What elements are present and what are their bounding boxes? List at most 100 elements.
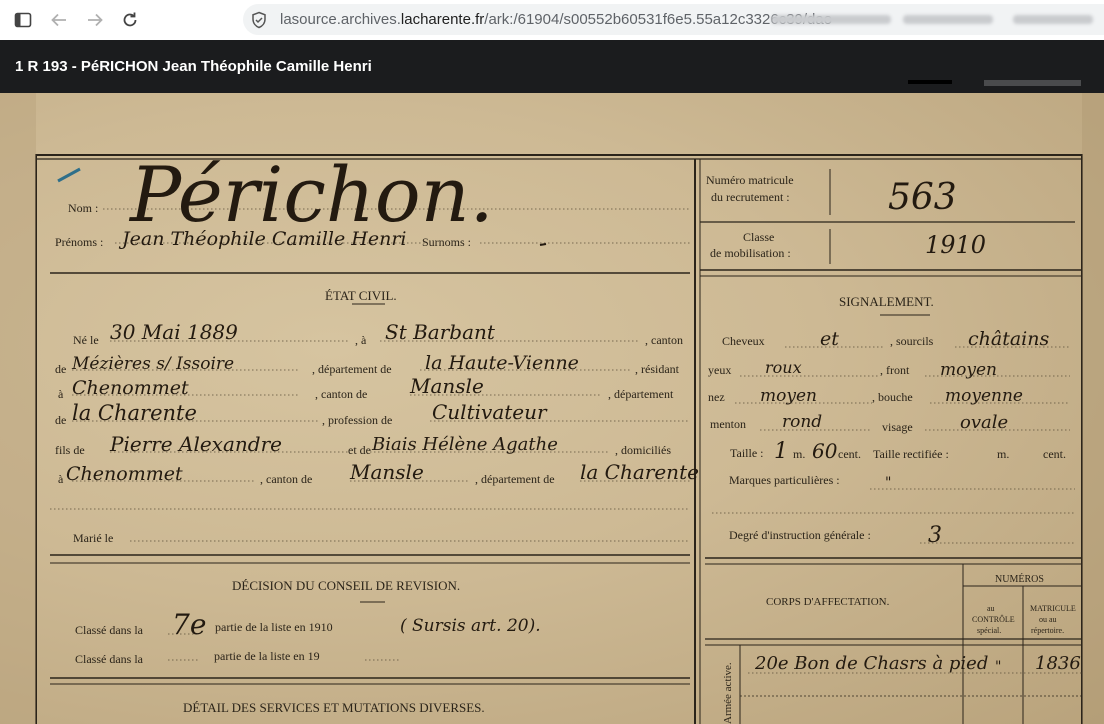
menton-label: menton [710,417,746,431]
matricule2-value: 1836 [1035,653,1081,674]
corps-value: 20e Bon de Chasrs à pied [754,653,988,674]
bouche-value: moyenne [945,386,1023,406]
resident-label: , résidant [635,362,680,376]
taille-cm-value: 60 [812,439,838,463]
a3-label: à [58,472,64,486]
canton2-label: , canton de [315,387,367,401]
url-text: lasource.archives.lacharente.fr/ark:/619… [280,11,833,28]
scanned-document-image[interactable]: Nom : Prénoms : Surnoms : ÉTAT CIVIL. Né… [0,93,1104,724]
nom-label: Nom : [68,201,98,215]
nez-value: moyen [760,386,817,406]
address-bar[interactable]: lasource.archives.lacharente.fr/ark:/619… [243,4,1104,35]
back-arrow-icon[interactable] [47,8,71,32]
marques-label: Marques particulières : [729,473,840,487]
mother-value: Biais Hélène Agathe [371,434,558,455]
birthplace-value: St Barbant [385,320,496,344]
birthdate-value: 30 Mai 1889 [110,320,238,344]
ne-le-label: Né le [73,333,99,347]
col-matricule-1: MATRICULE [1030,604,1076,613]
document-title: 1 R 193 - PéRICHON Jean Théophile Camill… [15,58,372,75]
classe-dans-la-2-label: Classé dans la [75,652,144,666]
canton2-value: Mansle [409,374,484,398]
partie-2-label: partie de la liste en 19 [214,649,320,663]
prenoms-value: Jean Théophile Camille Henri [118,228,407,250]
sourcils-value: châtains [968,328,1049,350]
classe-value: 1910 [925,231,986,259]
degre-value: 3 [928,523,942,548]
yeux-value: roux [765,358,802,377]
profession-label: , profession de [322,413,392,427]
prenoms-label: Prénoms : [55,235,103,249]
reload-icon[interactable] [118,8,142,32]
canton-value: Mézières s/ Issoire [71,354,234,374]
redacted-url-segment [771,15,891,24]
cheveux-value: et [820,328,839,350]
col-matricule-2: ou au [1039,615,1057,624]
viewer-header: 1 R 193 - PéRICHON Jean Théophile Camill… [0,40,1104,93]
canton3-value: Mansle [349,460,424,484]
a-label: , à [355,333,367,347]
taille-m-unit: m. [793,447,805,461]
partie-1-value: 7e [172,608,206,641]
col-controle-3: spécial. [977,626,1001,635]
controle-value: " [995,659,1001,675]
matricule-label-2: du recrutement : [711,190,790,204]
signalement-heading: SIGNALEMENT. [839,294,934,309]
front-label: , front [880,363,910,377]
departement2-label: , département [608,387,674,401]
taille-label: Taille : [730,446,763,460]
canton3-label: , canton de [260,472,312,486]
de2-label: de [55,413,66,427]
taille-m-value: 1 [774,439,788,464]
sursis-value: ( Sursis art. 20). [400,616,541,636]
sourcils-label: , sourcils [890,334,934,348]
nez-label: nez [708,390,725,404]
col-controle-2: CONTRÔLE [972,614,1015,624]
fils-de-label: fils de [55,443,85,457]
partie-1-label: partie de la liste en 1910 [215,620,333,634]
front-value: moyen [940,360,997,380]
decision-heading: DÉCISION DU CONSEIL DE REVISION. [232,578,460,593]
viewer-tool-indicator[interactable] [908,80,952,84]
departement-label: , département de [312,362,392,376]
departement-value: la Haute-Vienne [425,352,579,374]
nom-value: Périchon. [128,150,494,239]
cheveux-label: Cheveux [722,334,765,348]
matricule-value: 563 [888,177,957,218]
domicilies-label: , domiciliés [615,443,671,457]
col-matricule-3: répertoire. [1031,626,1064,635]
redacted-url-segment [903,15,993,24]
canton-label: , canton [645,333,683,347]
armee-active-label: Armée active. [722,662,734,724]
degre-label: Degré d'instruction générale : [729,528,871,542]
forward-arrow-icon[interactable] [83,8,107,32]
numeros-heading: NUMÉROS [995,573,1044,585]
classe-label-2: de mobilisation : [710,246,791,260]
profession-value: Cultivateur [432,400,548,424]
visage-label: visage [882,420,913,434]
departement3-label: , département de [475,472,555,486]
taille-rect-cent: cent. [1043,447,1066,461]
col-controle-1: au [987,604,995,613]
de-label: de [55,362,66,376]
visage-value: ovale [960,412,1008,433]
taille-cm-unit: cent. [838,447,861,461]
redacted-url-segment [1013,15,1093,24]
corps-heading: CORPS D'AFFECTATION. [766,596,890,608]
ink-mark [57,167,81,183]
yeux-label: yeux [708,363,731,377]
domicile-value: Chenommet [66,463,183,485]
matricule-label: Numéro matricule [706,173,794,187]
site-info-icon[interactable] [250,11,268,34]
father-value: Pierre Alexandre [109,432,282,456]
classe-dans-la-1-label: Classé dans la [75,623,144,637]
marques-value: " [885,475,891,491]
viewer-tool-indicator[interactable] [984,80,1081,86]
sidebar-toggle-icon[interactable] [11,8,35,32]
a2-label: à [58,387,64,401]
taille-rectifiee-label: Taille rectifiée : [873,447,949,461]
marie-label: Marié le [73,531,113,545]
detail-heading: DÉTAIL DES SERVICES ET MUTATIONS DIVERSE… [183,700,485,715]
residence-value: Chenommet [72,377,189,399]
departement3-value: la Charente [580,460,699,484]
